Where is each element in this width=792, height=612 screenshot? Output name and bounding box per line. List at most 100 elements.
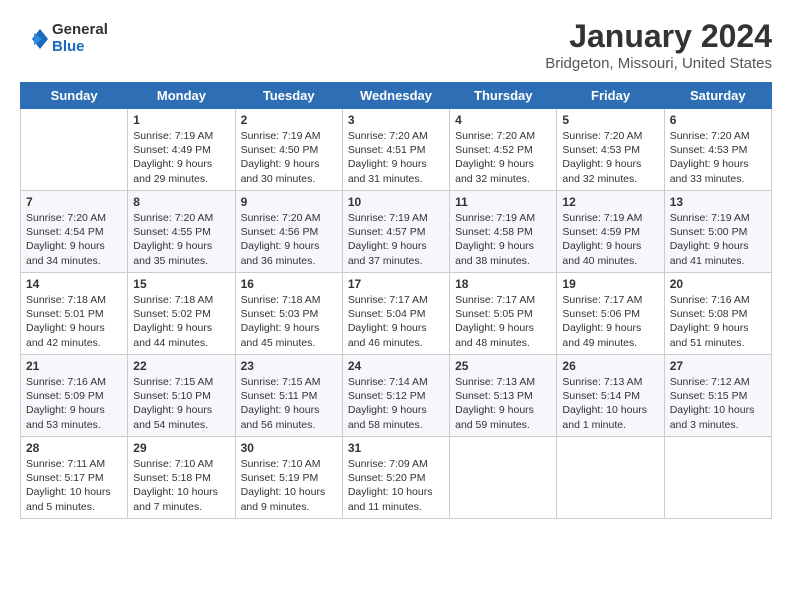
calendar-cell: [664, 437, 771, 519]
day-number: 12: [562, 195, 658, 209]
calendar-cell: 26Sunrise: 7:13 AMSunset: 5:14 PMDayligh…: [557, 355, 664, 437]
cell-info-line: Sunrise: 7:18 AM: [133, 293, 229, 307]
calendar-cell: 14Sunrise: 7:18 AMSunset: 5:01 PMDayligh…: [21, 273, 128, 355]
day-number: 14: [26, 277, 122, 291]
cell-info-line: Sunrise: 7:17 AM: [455, 293, 551, 307]
calendar-cell: 1Sunrise: 7:19 AMSunset: 4:49 PMDaylight…: [128, 109, 235, 191]
cell-info-line: Sunrise: 7:15 AM: [133, 375, 229, 389]
cell-info-line: Sunset: 5:00 PM: [670, 225, 766, 239]
cell-info-line: Daylight: 9 hours: [562, 321, 658, 335]
cell-info-line: Daylight: 10 hours: [670, 403, 766, 417]
calendar-cell: 29Sunrise: 7:10 AMSunset: 5:18 PMDayligh…: [128, 437, 235, 519]
cell-info-line: Daylight: 10 hours: [26, 485, 122, 499]
calendar-cell: 6Sunrise: 7:20 AMSunset: 4:53 PMDaylight…: [664, 109, 771, 191]
calendar-subtitle: Bridgeton, Missouri, United States: [545, 55, 772, 72]
header-row: General Blue January 2024 Bridgeton, Mis…: [20, 18, 772, 72]
calendar-cell: 8Sunrise: 7:20 AMSunset: 4:55 PMDaylight…: [128, 191, 235, 273]
week-row-3: 14Sunrise: 7:18 AMSunset: 5:01 PMDayligh…: [21, 273, 772, 355]
cell-info-line: Sunrise: 7:09 AM: [348, 457, 444, 471]
calendar-cell: 2Sunrise: 7:19 AMSunset: 4:50 PMDaylight…: [235, 109, 342, 191]
cell-info-line: Daylight: 9 hours: [241, 239, 337, 253]
cell-info-line: and 38 minutes.: [455, 254, 551, 268]
cell-info-line: Sunrise: 7:18 AM: [26, 293, 122, 307]
cell-info-line: Sunrise: 7:20 AM: [241, 211, 337, 225]
cell-info-line: Sunrise: 7:20 AM: [26, 211, 122, 225]
day-number: 31: [348, 441, 444, 455]
day-header-monday: Monday: [128, 83, 235, 109]
calendar-cell: 25Sunrise: 7:13 AMSunset: 5:13 PMDayligh…: [450, 355, 557, 437]
cell-info-line: Sunset: 5:14 PM: [562, 389, 658, 403]
cell-info-line: and 7 minutes.: [133, 500, 229, 514]
cell-info-line: Sunset: 4:53 PM: [670, 143, 766, 157]
cell-info-line: Sunset: 4:52 PM: [455, 143, 551, 157]
cell-info-line: and 49 minutes.: [562, 336, 658, 350]
logo-text: General Blue: [52, 22, 108, 55]
cell-info-line: Daylight: 9 hours: [348, 321, 444, 335]
day-header-sunday: Sunday: [21, 83, 128, 109]
calendar-cell: 28Sunrise: 7:11 AMSunset: 5:17 PMDayligh…: [21, 437, 128, 519]
cell-info-line: Daylight: 10 hours: [241, 485, 337, 499]
cell-info-line: Sunrise: 7:16 AM: [26, 375, 122, 389]
cell-info-line: and 45 minutes.: [241, 336, 337, 350]
cell-info-line: Sunset: 4:50 PM: [241, 143, 337, 157]
cell-info-line: Sunset: 5:11 PM: [241, 389, 337, 403]
cell-info-line: Sunrise: 7:16 AM: [670, 293, 766, 307]
header-row-days: SundayMondayTuesdayWednesdayThursdayFrid…: [21, 83, 772, 109]
cell-info-line: Daylight: 10 hours: [133, 485, 229, 499]
cell-info-line: and 29 minutes.: [133, 172, 229, 186]
cell-info-line: Daylight: 9 hours: [455, 321, 551, 335]
week-row-4: 21Sunrise: 7:16 AMSunset: 5:09 PMDayligh…: [21, 355, 772, 437]
cell-info-line: Sunrise: 7:19 AM: [241, 129, 337, 143]
cell-info-line: and 35 minutes.: [133, 254, 229, 268]
cell-info-line: and 34 minutes.: [26, 254, 122, 268]
cell-info-line: Sunrise: 7:20 AM: [562, 129, 658, 143]
calendar-cell: 9Sunrise: 7:20 AMSunset: 4:56 PMDaylight…: [235, 191, 342, 273]
day-number: 23: [241, 359, 337, 373]
day-number: 6: [670, 113, 766, 127]
day-number: 8: [133, 195, 229, 209]
day-number: 5: [562, 113, 658, 127]
cell-info-line: Sunrise: 7:10 AM: [133, 457, 229, 471]
cell-info-line: Sunset: 4:55 PM: [133, 225, 229, 239]
cell-info-line: Daylight: 9 hours: [133, 403, 229, 417]
cell-info-line: and 42 minutes.: [26, 336, 122, 350]
cell-info-line: Daylight: 9 hours: [670, 321, 766, 335]
cell-info-line: Sunrise: 7:10 AM: [241, 457, 337, 471]
cell-info-line: Sunrise: 7:20 AM: [348, 129, 444, 143]
calendar-cell: [450, 437, 557, 519]
cell-info-line: Sunrise: 7:14 AM: [348, 375, 444, 389]
cell-info-line: Sunset: 5:09 PM: [26, 389, 122, 403]
logo-blue-label: Blue: [52, 39, 108, 56]
cell-info-line: and 1 minute.: [562, 418, 658, 432]
cell-info-line: and 3 minutes.: [670, 418, 766, 432]
cell-info-line: and 54 minutes.: [133, 418, 229, 432]
day-number: 24: [348, 359, 444, 373]
calendar-cell: 27Sunrise: 7:12 AMSunset: 5:15 PMDayligh…: [664, 355, 771, 437]
cell-info-line: and 32 minutes.: [562, 172, 658, 186]
cell-info-line: and 9 minutes.: [241, 500, 337, 514]
cell-info-line: Sunset: 5:20 PM: [348, 471, 444, 485]
cell-info-line: Sunset: 4:59 PM: [562, 225, 658, 239]
cell-info-line: Daylight: 9 hours: [348, 403, 444, 417]
day-number: 22: [133, 359, 229, 373]
cell-info-line: Daylight: 9 hours: [241, 157, 337, 171]
cell-info-line: Sunrise: 7:19 AM: [455, 211, 551, 225]
cell-info-line: Daylight: 9 hours: [670, 239, 766, 253]
title-block: January 2024 Bridgeton, Missouri, United…: [545, 18, 772, 72]
cell-info-line: Sunset: 5:03 PM: [241, 307, 337, 321]
cell-info-line: and 11 minutes.: [348, 500, 444, 514]
cell-info-line: Sunrise: 7:20 AM: [670, 129, 766, 143]
cell-info-line: Sunrise: 7:17 AM: [348, 293, 444, 307]
cell-info-line: Sunrise: 7:19 AM: [133, 129, 229, 143]
cell-info-line: and 32 minutes.: [455, 172, 551, 186]
day-number: 18: [455, 277, 551, 291]
cell-info-line: Sunset: 4:56 PM: [241, 225, 337, 239]
day-header-wednesday: Wednesday: [342, 83, 449, 109]
cell-info-line: Sunrise: 7:13 AM: [562, 375, 658, 389]
cell-info-line: Daylight: 9 hours: [348, 157, 444, 171]
cell-info-line: Sunset: 5:08 PM: [670, 307, 766, 321]
cell-info-line: Sunset: 5:04 PM: [348, 307, 444, 321]
cell-info-line: Sunrise: 7:17 AM: [562, 293, 658, 307]
calendar-cell: 4Sunrise: 7:20 AMSunset: 4:52 PMDaylight…: [450, 109, 557, 191]
day-number: 30: [241, 441, 337, 455]
